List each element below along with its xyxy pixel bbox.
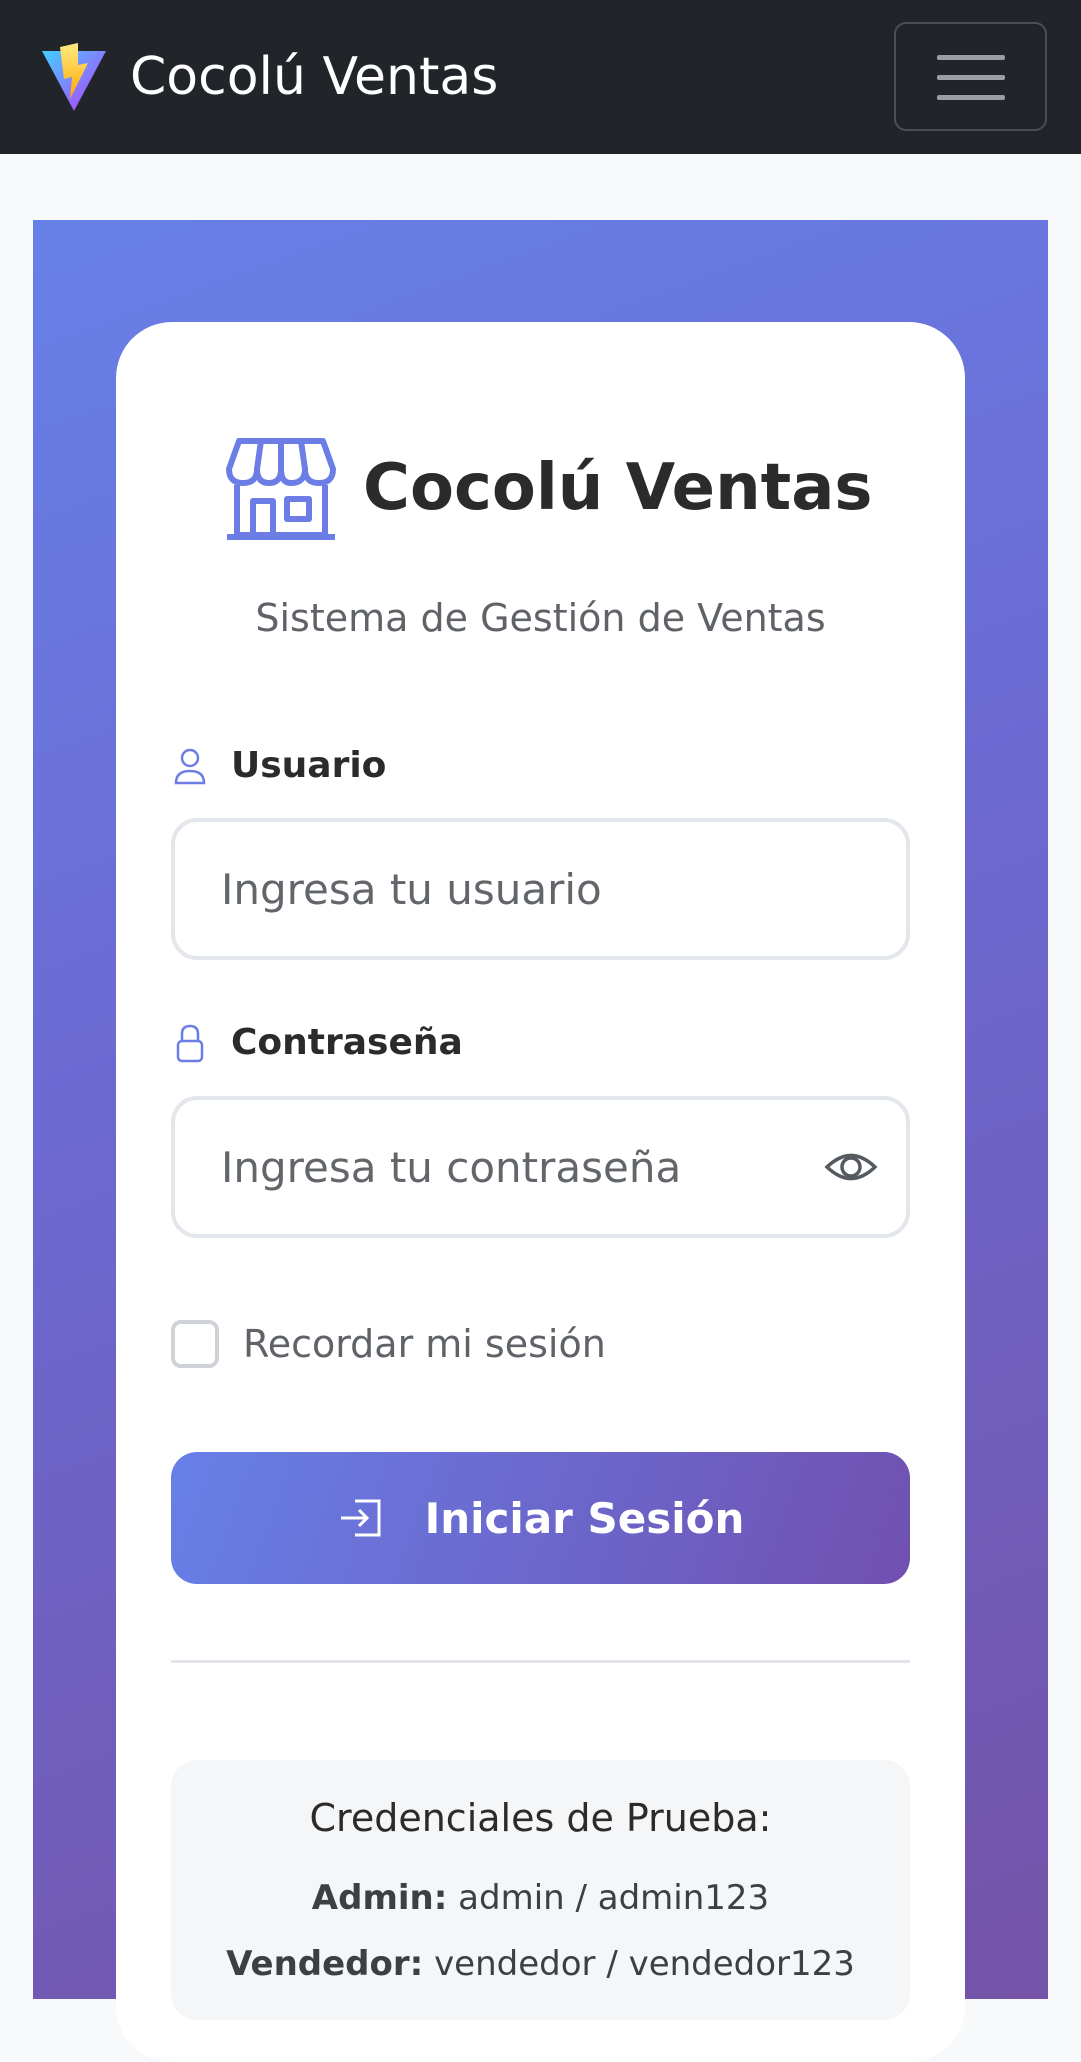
navbar: Cocolú Ventas [0, 0, 1081, 154]
login-button-label: Iniciar Sesión [424, 1493, 745, 1543]
hamburger-menu-icon [936, 54, 1005, 100]
credential-vendedor: Vendedor: vendedor / vendedor123 [171, 1944, 910, 1984]
password-field-wrapper [171, 1096, 910, 1238]
login-subtitle: Sistema de Gestión de Ventas [255, 596, 826, 640]
credential-admin: Admin: admin / admin123 [171, 1878, 910, 1918]
credential-role: Vendedor: [226, 1944, 424, 1984]
password-input[interactable] [219, 1100, 819, 1234]
navbar-brand[interactable]: Cocolú Ventas [40, 40, 498, 114]
brand-text: Cocolú Ventas [130, 47, 499, 107]
lock-icon [176, 1024, 204, 1062]
remember-me[interactable]: Recordar mi sesión [171, 1320, 606, 1368]
username-label-text: Usuario [231, 745, 387, 786]
login-header: Cocolú Ventas [225, 434, 873, 542]
password-label-text: Contraseña [231, 1022, 463, 1063]
username-label: Usuario [173, 745, 386, 786]
remember-checkbox[interactable] [171, 1320, 219, 1368]
store-icon [226, 438, 336, 540]
login-title: Cocolú Ventas [363, 451, 873, 525]
username-field-wrapper [171, 818, 910, 960]
credential-value: vendedor / vendedor123 [434, 1944, 855, 1984]
credential-role: Admin: [311, 1878, 448, 1918]
eye-icon[interactable] [824, 1142, 878, 1192]
box-arrow-in-right-icon [340, 1499, 381, 1537]
login-button[interactable]: Iniciar Sesión [171, 1452, 910, 1584]
divider [171, 1660, 910, 1663]
username-input[interactable] [219, 822, 819, 956]
test-credentials-title: Credenciales de Prueba: [309, 1796, 772, 1840]
password-label: Contraseña [173, 1022, 463, 1063]
test-credentials-box: Credenciales de Prueba: Admin: admin / a… [171, 1760, 910, 2020]
person-icon [174, 748, 206, 784]
credential-value: admin / admin123 [458, 1878, 770, 1918]
vite-bolt-icon [42, 43, 106, 111]
remember-label: Recordar mi sesión [243, 1322, 606, 1366]
navbar-toggler-button[interactable] [894, 22, 1047, 131]
